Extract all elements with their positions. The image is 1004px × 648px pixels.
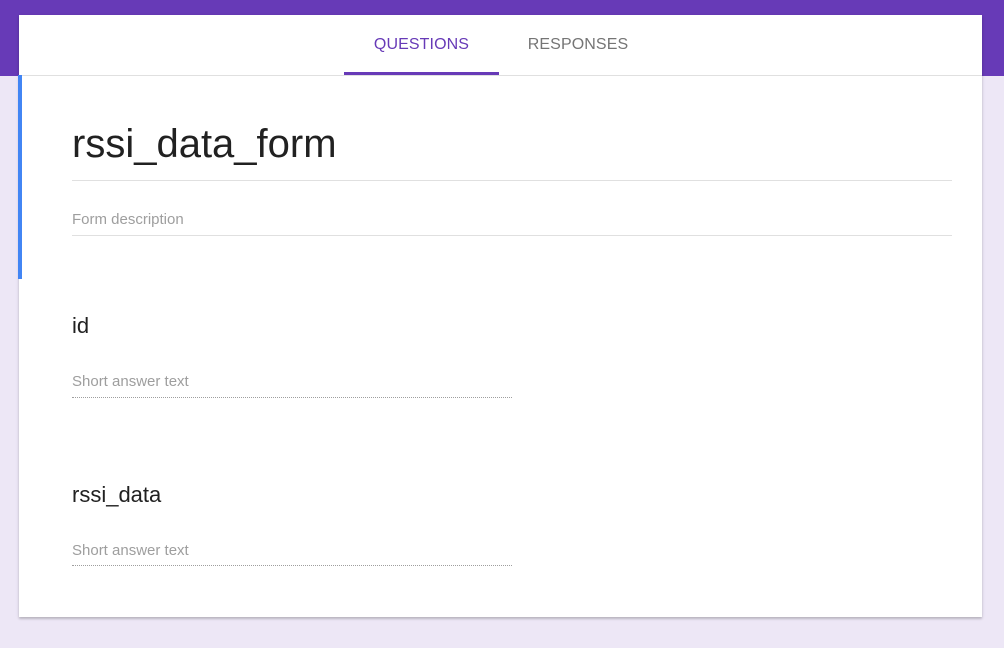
tab-questions[interactable]: QUESTIONS [344, 15, 499, 75]
form-card: QUESTIONS RESPONSES rssi_data_form Form … [18, 15, 982, 617]
selected-section-accent [18, 75, 22, 279]
page-background-edge [982, 76, 1004, 648]
form-title-underline [72, 180, 952, 181]
tab-responses[interactable]: RESPONSES [503, 15, 653, 75]
form-description-input[interactable]: Form description [72, 210, 184, 230]
question-title[interactable]: rssi_data [72, 481, 161, 509]
short-answer-underline [72, 565, 512, 566]
form-title[interactable]: rssi_data_form [72, 120, 337, 168]
short-answer-underline [72, 397, 512, 398]
form-description-underline [72, 235, 952, 236]
short-answer-placeholder: Short answer text [72, 373, 189, 390]
tab-bar: QUESTIONS RESPONSES [19, 15, 982, 76]
question-title[interactable]: id [72, 312, 89, 340]
short-answer-placeholder: Short answer text [72, 542, 189, 559]
active-tab-indicator [344, 72, 499, 75]
